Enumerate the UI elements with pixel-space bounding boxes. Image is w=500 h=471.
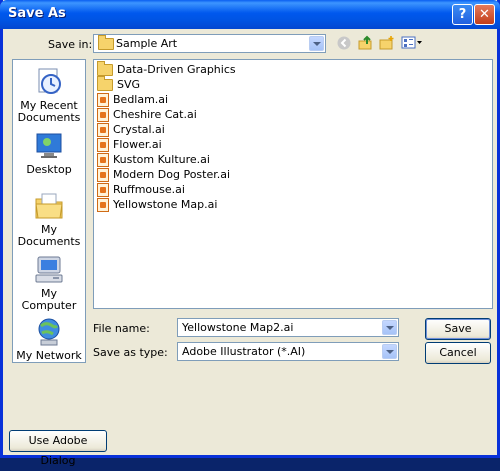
folder-icon xyxy=(98,35,118,53)
place-label: My Computer xyxy=(21,287,77,312)
new-folder-icon[interactable] xyxy=(379,35,395,51)
file-name: Modern Dog Poster.ai xyxy=(113,168,231,181)
list-item[interactable]: Data-Driven Graphics xyxy=(97,60,236,77)
file-name-field[interactable]: Yellowstone Map2.ai xyxy=(177,318,399,337)
list-item[interactable]: Yellowstone Map.ai xyxy=(97,197,217,212)
list-item[interactable]: Ruffmouse.ai xyxy=(97,182,185,197)
list-item[interactable]: Flower.ai xyxy=(97,137,162,152)
file-name: Kustom Kulture.ai xyxy=(113,153,210,166)
folder-icon xyxy=(97,60,113,76)
title-bar[interactable]: Save As ? ✕ xyxy=(0,0,500,29)
illustrator-file-icon xyxy=(97,137,109,152)
save-button[interactable]: Save xyxy=(425,318,491,340)
views-menu-icon[interactable] xyxy=(401,35,423,51)
save-in-value: Sample Art xyxy=(116,37,178,50)
file-name: Flower.ai xyxy=(113,138,162,151)
file-name: SVG xyxy=(117,78,141,91)
save-as-type-value: Adobe Illustrator (*.AI) xyxy=(182,345,306,358)
illustrator-file-icon xyxy=(97,107,109,122)
file-name: Data-Driven Graphics xyxy=(117,63,236,76)
my-computer-icon xyxy=(33,254,65,286)
place-label: My Documents xyxy=(17,223,81,248)
file-name: Bedlam.ai xyxy=(113,93,169,106)
cancel-button[interactable]: Cancel xyxy=(425,342,491,364)
folder-icon xyxy=(97,75,113,91)
close-button[interactable]: ✕ xyxy=(474,4,495,25)
use-adobe-dialog-button[interactable]: Use Adobe Dialog xyxy=(9,430,107,467)
illustrator-file-icon xyxy=(97,92,109,107)
desktop-icon xyxy=(33,130,65,162)
list-item[interactable]: Bedlam.ai xyxy=(97,92,168,107)
place-desktop[interactable]: Desktop xyxy=(13,130,85,176)
illustrator-file-icon xyxy=(97,167,109,182)
place-recent-documents[interactable]: My Recent Documents xyxy=(13,66,85,124)
list-item[interactable]: Modern Dog Poster.ai xyxy=(97,167,230,182)
place-my-documents[interactable]: My Documents xyxy=(13,190,85,248)
file-name: Ruffmouse.ai xyxy=(113,183,185,196)
illustrator-file-icon xyxy=(97,197,109,212)
save-in-dropdown[interactable]: Sample Art xyxy=(93,34,326,53)
place-label: Desktop xyxy=(26,163,72,176)
save-as-dialog: Save As ? ✕ Save in: Sample Art My Recen… xyxy=(0,0,500,467)
my-documents-icon xyxy=(33,190,65,222)
save-as-type-dropdown[interactable]: Adobe Illustrator (*.AI) xyxy=(177,342,399,361)
recent-documents-icon xyxy=(33,66,65,98)
place-my-computer[interactable]: My Computer xyxy=(13,254,85,312)
back-icon[interactable] xyxy=(336,35,352,51)
place-my-network[interactable]: My Network xyxy=(13,316,85,362)
file-name-value: Yellowstone Map2.ai xyxy=(182,321,294,334)
list-item[interactable]: Crystal.ai xyxy=(97,122,165,137)
save-in-label: Save in: xyxy=(48,38,93,51)
my-network-icon xyxy=(33,316,65,348)
file-name-label: File name: xyxy=(93,322,150,335)
save-as-type-label: Save as type: xyxy=(93,346,168,359)
list-item[interactable]: Kustom Kulture.ai xyxy=(97,152,210,167)
window-title: Save As xyxy=(8,6,66,21)
list-item[interactable]: Cheshire Cat.ai xyxy=(97,107,197,122)
up-folder-icon[interactable] xyxy=(358,35,374,51)
chevron-down-icon[interactable] xyxy=(309,36,324,51)
place-label: My Recent Documents xyxy=(17,99,81,124)
file-name: Cheshire Cat.ai xyxy=(113,108,197,121)
help-button[interactable]: ? xyxy=(452,4,473,25)
chevron-down-icon[interactable] xyxy=(382,344,397,359)
list-item[interactable]: SVG xyxy=(97,75,141,92)
file-list[interactable]: Data-Driven Graphics SVG Bedlam.ai Chesh… xyxy=(93,59,493,309)
places-bar: My Recent Documents Desktop My Documents… xyxy=(12,59,86,363)
illustrator-file-icon xyxy=(97,152,109,167)
chevron-down-icon[interactable] xyxy=(382,320,397,335)
file-name: Yellowstone Map.ai xyxy=(113,198,218,211)
illustrator-file-icon xyxy=(97,122,109,137)
file-name: Crystal.ai xyxy=(113,123,165,136)
illustrator-file-icon xyxy=(97,182,109,197)
place-label: My Network xyxy=(16,349,82,362)
